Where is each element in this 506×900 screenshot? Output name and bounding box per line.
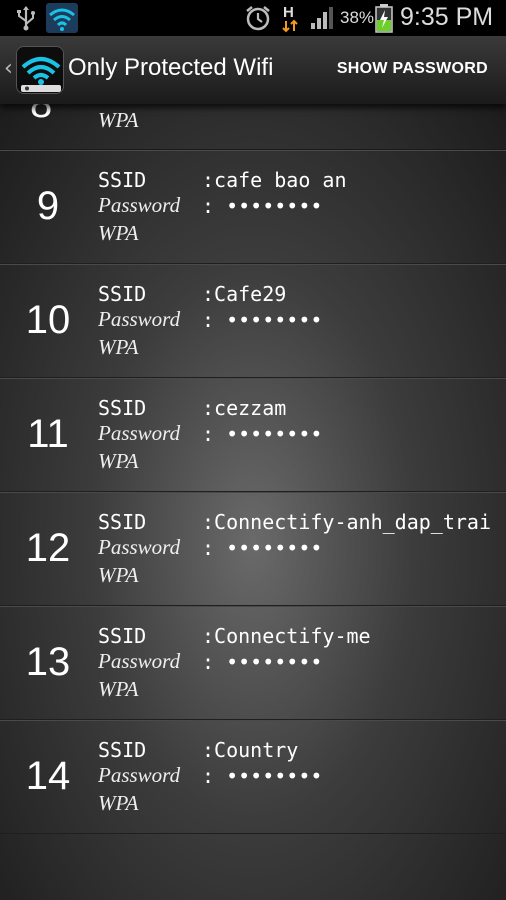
security-type: WPA [98,221,139,245]
item-number: 12 [25,526,71,570]
security-type: WPA [98,791,139,815]
wifi-app-icon[interactable] [16,46,64,94]
ssid-label: SSID [98,624,147,648]
list-item[interactable]: 9 SSID :cafe bao an Password : •••••••• … [0,150,506,264]
ssid-label: SSID [98,168,147,192]
ssid-value: :Connectify-me [202,624,371,648]
item-number: 9 [36,184,60,228]
security-type: WPA [98,335,139,359]
list-item[interactable]: 8 WPA [0,104,506,150]
wifi-notification-icon [46,3,78,33]
item-number: 10 [25,298,71,342]
password-value: : •••••••• [202,194,323,218]
ssid-label: SSID [98,510,147,534]
hspa-icon: H [282,4,298,33]
password-label: Password [98,649,181,673]
clock: 9:35 PM [400,3,494,31]
ssid-label: SSID [98,396,147,420]
item-number: 13 [25,640,71,684]
password-label: Password [98,421,181,445]
ssid-label: SSID [98,738,147,762]
password-value: : •••••••• [202,764,323,788]
ssid-value: :Country [202,738,299,762]
security-type: WPA [98,677,139,701]
svg-text:H: H [283,4,294,21]
up-navigation-icon[interactable]: ‹ [4,56,13,81]
ssid-value: :Connectify-anh_dap_trai [202,510,491,534]
list-item[interactable]: 13 SSID :Connectify-me Password : ••••••… [0,606,506,720]
status-bar: H 38% 9:35 PM [0,0,506,36]
password-label: Password [98,307,181,331]
security-type: WPA [98,108,139,132]
item-number: 8 [30,104,53,126]
list-item[interactable]: 11 SSID :cezzam Password : •••••••• WPA [0,378,506,492]
password-value: : •••••••• [202,650,323,674]
password-value: : •••••••• [202,422,323,446]
security-type: WPA [98,449,139,473]
item-number: 11 [27,412,69,456]
battery-charging-icon [375,4,393,33]
action-bar: ‹ Only Protected Wifi SHOW PASSWORD [0,36,506,104]
show-password-button[interactable]: SHOW PASSWORD [337,60,488,78]
password-label: Password [98,535,181,559]
usb-icon [17,6,35,31]
list-item[interactable]: 12 SSID :Connectify-anh_dap_trai Passwor… [0,492,506,606]
list-item[interactable]: 10 SSID :Cafe29 Password : •••••••• WPA [0,264,506,378]
security-type: WPA [98,563,139,587]
alarm-icon [246,6,270,31]
ssid-label: SSID [98,282,147,306]
page-title: Only Protected Wifi [68,54,274,81]
item-number: 14 [25,754,71,798]
password-label: Password [98,193,181,217]
list-item[interactable]: 14 SSID :Country Password : •••••••• WPA [0,720,506,834]
ssid-value: :Cafe29 [202,282,287,306]
battery-percent: 38% [340,8,375,27]
password-label: Password [98,763,181,787]
ssid-value: :cafe bao an [202,168,347,192]
wifi-network-list[interactable]: 8 WPA 9 SSID :cafe bao an Password : •••… [0,104,506,900]
password-value: : •••••••• [202,536,323,560]
signal-icon [311,7,333,29]
password-value: : •••••••• [202,308,323,332]
ssid-value: :cezzam [202,396,287,420]
